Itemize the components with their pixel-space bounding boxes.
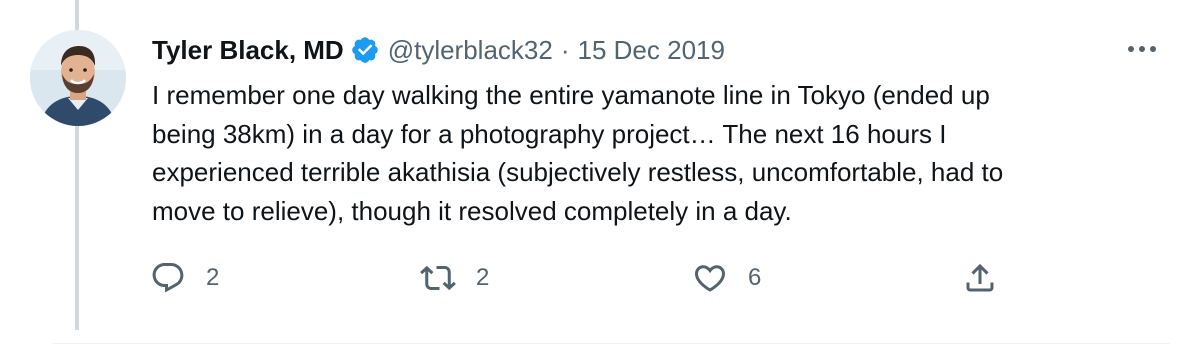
tweet-date[interactable]: 15 Dec 2019 [578,35,725,66]
tweet-text-line: experienced terrible akathisia (subjecti… [152,157,1004,187]
tweet-text-line: move to relieve), though it resolved com… [152,195,792,226]
tweet-header: Tyler Black, MD @tylerblack32 · 15 Dec 2… [152,30,725,70]
tweet-text-line: being 38km) in a day for a photography p… [152,118,947,149]
retweet-button[interactable]: 2 [420,258,489,298]
share-icon [966,263,994,292]
tweet-text: I remember one day walking the entire ya… [152,76,1152,230]
avatar[interactable] [30,30,126,126]
avatar-photo [30,30,126,126]
reply-count: 2 [206,264,220,291]
tweet-actions: 2 2 6 [150,258,1010,298]
like-count: 6 [748,264,762,291]
heart-icon [694,265,726,292]
like-button[interactable]: 6 [692,258,761,298]
reply-button[interactable]: 2 [150,258,219,298]
author-handle[interactable]: @tylerblack32 [388,35,553,66]
separator-dot: · [560,34,570,65]
divider [52,343,1170,344]
author-name[interactable]: Tyler Black, MD [152,35,344,66]
tweet-text-line: I remember one day walking the entire ya… [152,80,990,110]
tweet-card[interactable]: Tyler Black, MD @tylerblack32 · 15 Dec 2… [0,0,1182,346]
share-button[interactable] [962,258,998,298]
retweet-icon [420,265,456,291]
reply-icon [152,263,184,293]
verified-badge-icon [350,35,380,65]
retweet-count: 2 [476,264,490,291]
more-horizontal-icon [1128,46,1156,52]
more-options-button[interactable] [1124,34,1160,64]
